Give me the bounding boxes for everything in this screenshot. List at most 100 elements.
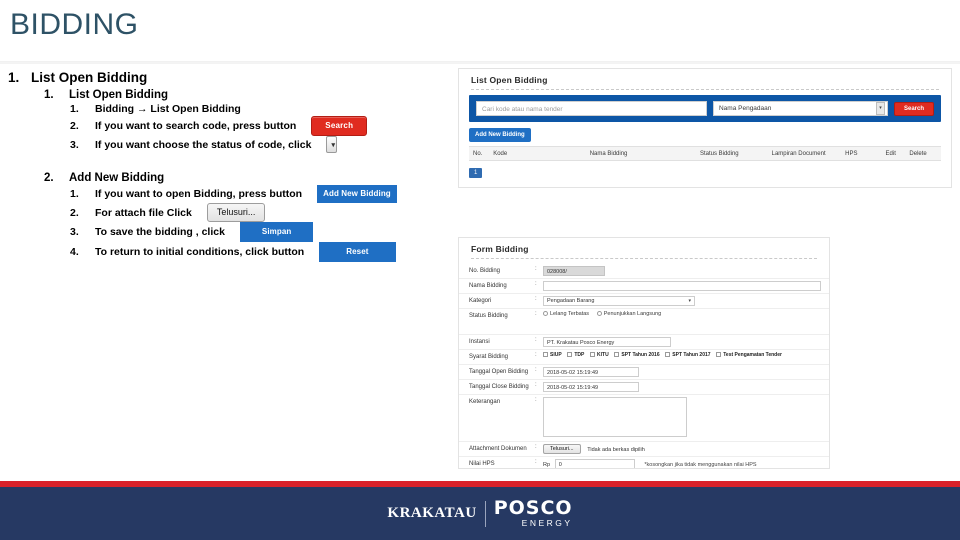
field-control: Telusuri... Tidak ada berkas dipilih [543, 444, 829, 454]
syarat-checkbox-test-pengamatan-tender[interactable]: Test Pengamatan Tender [716, 352, 782, 358]
search-filter-value: Nama Pengadaan [718, 105, 772, 112]
column-header-nama: Nama Bidding [589, 150, 628, 157]
outline-group-heading: 2. Add New Bidding [44, 172, 448, 184]
save-button-chip[interactable]: Simpan [239, 222, 314, 242]
chevron-down-icon[interactable]: ▾ [326, 136, 338, 153]
search-input[interactable]: Cari kode atau nama tender [476, 101, 707, 116]
field-control: Pengadaan Barang ▾ [543, 296, 829, 306]
form-bidding-screenshot: Form Bidding No. Bidding : 028008/ Nama … [458, 237, 830, 469]
field-control: SIUP TDP KITU SPT Tahun 2016 SPT Tahun 2… [543, 352, 829, 358]
field-colon: : [535, 266, 537, 272]
field-colon: : [535, 296, 537, 302]
field-label: Tanggal Close Bidding [469, 384, 529, 390]
search-button-chip[interactable]: Search [311, 116, 368, 136]
search-button[interactable]: Search [893, 101, 934, 116]
outline-group-number: 1. [44, 89, 54, 101]
outline-item-text: To save the bidding , click [95, 226, 225, 238]
chevron-down-icon: ▾ [688, 298, 691, 304]
syarat-checkbox-siup[interactable]: SIUP [543, 352, 562, 358]
browse-file-button[interactable]: Telusuri... [543, 444, 581, 454]
keterangan-textarea[interactable] [543, 397, 687, 437]
field-colon: : [535, 382, 537, 388]
page-title: BIDDING [10, 8, 139, 41]
form-row-nama-bidding: Nama Bidding : [459, 279, 829, 294]
logo-posco-text: POSCO [493, 497, 573, 520]
bidding-table-header: No. Kode Nama Bidding Status Bidding Lam… [469, 146, 941, 161]
field-colon: : [535, 281, 537, 287]
kategori-select[interactable]: Pengadaan Barang ▾ [543, 296, 695, 306]
tanggal-close-input[interactable]: 2018-05-02 15:19:49 [543, 382, 639, 392]
logo-separator [484, 500, 486, 527]
checkbox-icon [590, 352, 596, 358]
syarat-label: Test Pengamatan Tender [723, 352, 782, 358]
reset-button-chip[interactable]: Reset [319, 242, 396, 262]
pagination-page-1[interactable]: 1 [469, 168, 483, 178]
form-row-instansi: Instansi : PT. Krakatau Posco Energy [459, 335, 829, 350]
checkbox-icon [665, 352, 671, 358]
add-new-bidding-button-chip[interactable]: Add New Bidding [317, 185, 397, 203]
field-control [543, 397, 829, 439]
nama-bidding-input[interactable] [543, 281, 821, 291]
field-label: Attachment Dokumen [469, 446, 527, 452]
outline-item-number: 1. [70, 103, 79, 115]
outline-item-number: 1. [70, 188, 79, 200]
outline-group-label: List Open Bidding [69, 89, 169, 101]
syarat-checkbox-kitu[interactable]: KITU [590, 352, 609, 358]
form-row-keterangan: Keterangan : [459, 395, 829, 442]
search-bar: Cari kode atau nama tender Nama Pengadaa… [469, 95, 941, 122]
outline-item-number: 2. [70, 206, 79, 219]
chevron-down-icon: ▾ [875, 102, 885, 115]
outline-item: 2. If you want to search code, press but… [70, 116, 448, 136]
search-filter-select[interactable]: Nama Pengadaan ▾ [712, 101, 888, 116]
syarat-label: SIUP [550, 352, 562, 358]
field-control [543, 281, 829, 291]
status-option-lelang-terbatas[interactable]: Lelang Terbatas [543, 311, 589, 317]
status-option-penunjukkan-langsung[interactable]: Penunjukkan Langsung [596, 311, 661, 317]
logo-krakatau-text: KRAKATAU [387, 505, 477, 521]
field-colon: : [535, 311, 537, 317]
syarat-checkbox-spt-2016[interactable]: SPT Tahun 2016 [614, 352, 660, 358]
outline-item-text: If you want choose the status of code, c… [95, 138, 312, 151]
heading-divider [471, 89, 939, 90]
checkbox-icon [543, 352, 548, 358]
outline-spacer [8, 153, 448, 172]
nilai-hps-input[interactable]: 0 [554, 459, 635, 468]
form-row-status-bidding: Status Bidding : Lelang Terbatas Penunju… [459, 309, 829, 335]
column-header-hps: HPS [845, 150, 858, 157]
selected-file-name: Tidak ada berkas dipilih [587, 446, 645, 453]
syarat-checkbox-spt-2017[interactable]: SPT Tahun 2017 [665, 352, 711, 358]
syarat-label: SPT Tahun 2017 [672, 352, 711, 358]
outline-item: 3. To save the bidding , click Simpan [70, 222, 448, 242]
kategori-value: Pengadaan Barang [547, 298, 595, 304]
instansi-input[interactable]: PT. Krakatau Posco Energy [543, 337, 671, 347]
column-header-edit: Edit [885, 150, 896, 157]
field-label: Instansi [469, 339, 490, 345]
tanggal-open-input[interactable]: 2018-05-02 15:19:49 [543, 367, 639, 377]
form-heading-divider [471, 258, 817, 259]
outline-item-text: Bidding → List Open Bidding [95, 103, 241, 115]
field-label: Keterangan [469, 399, 501, 405]
outline-item-number: 3. [70, 226, 79, 238]
list-screen-heading: List Open Bidding [471, 75, 548, 85]
outline-item-text: For attach file Click [95, 206, 192, 219]
outline-item-number: 3. [70, 138, 79, 151]
outline-item: 2. For attach file Click Telusuri... [70, 203, 448, 222]
add-new-bidding-button[interactable]: Add New Bidding [469, 128, 531, 142]
browse-file-button-chip[interactable]: Telusuri... [206, 203, 266, 222]
syarat-label: SPT Tahun 2016 [621, 352, 660, 358]
outline-item: 1. Bidding → List Open Bidding [70, 102, 448, 116]
form-screen-heading: Form Bidding [471, 244, 529, 254]
form-row-tanggal-open: Tanggal Open Bidding : 2018-05-02 15:19:… [459, 365, 829, 380]
outline-section-number: 1. [8, 70, 20, 85]
checkbox-icon [567, 352, 573, 358]
outline-group-label: Add New Bidding [69, 172, 165, 184]
column-header-kode: Kode [493, 150, 508, 157]
nilai-hps-note: *kosongkan jika tidak menggunakan nilai … [644, 461, 757, 468]
brand-logo: KRAKATAU POSCO ENERGY [387, 499, 572, 528]
syarat-checkbox-tdp[interactable]: TDP [567, 352, 584, 358]
radio-icon [543, 311, 548, 317]
field-control: 2018-05-02 15:19:49 [543, 382, 829, 392]
currency-prefix: Rp [543, 461, 551, 468]
form-row-kategori: Kategori : Pengadaan Barang ▾ [459, 294, 829, 309]
logo-posco-block: POSCO ENERGY [494, 499, 573, 528]
